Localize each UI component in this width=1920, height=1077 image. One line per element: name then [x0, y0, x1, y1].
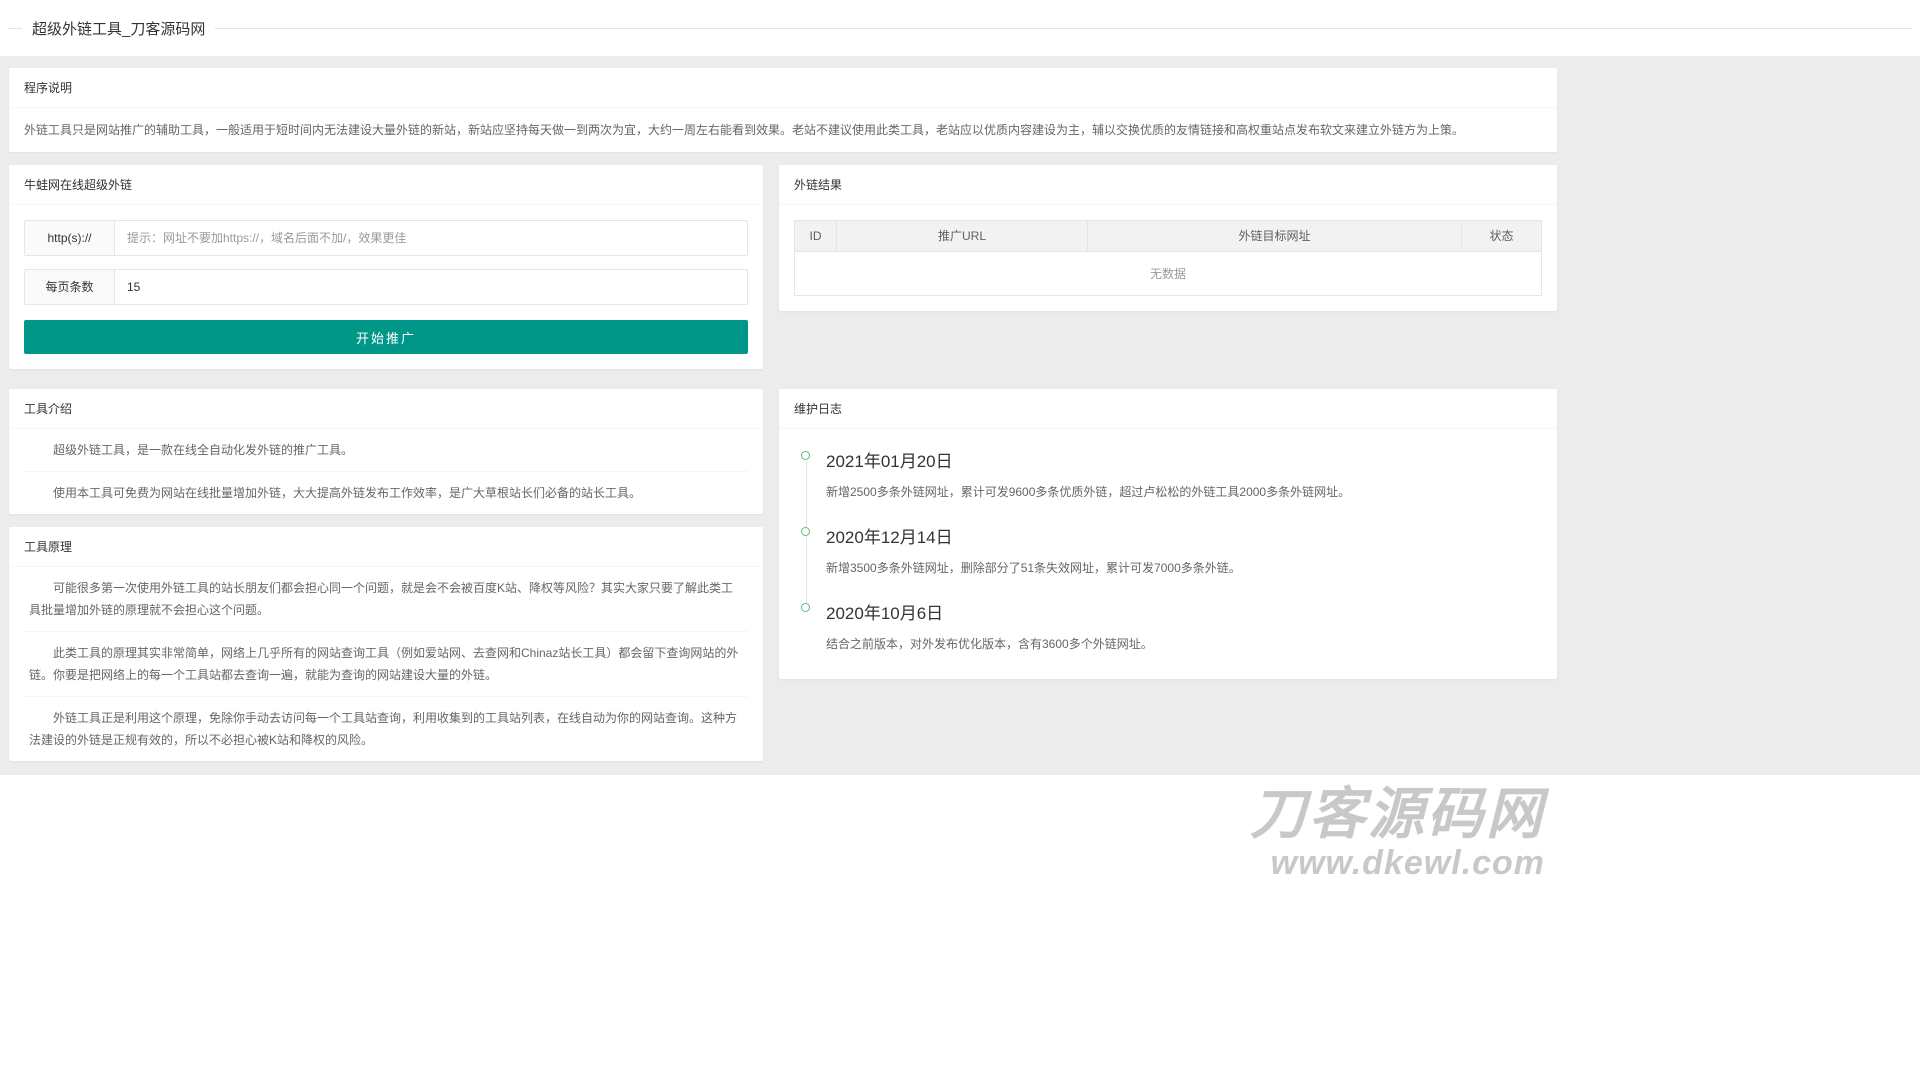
timeline-entry: 2020年12月14日 新增3500多条外链网址，删除部分了51条失效网址，累计…	[801, 523, 1542, 603]
timeline-dot-icon	[801, 603, 810, 612]
program-note-header: 程序说明	[9, 68, 1557, 108]
timeline-dot-icon	[801, 451, 810, 460]
timeline-date: 2021年01月20日	[826, 452, 953, 471]
per-page-input[interactable]	[115, 270, 747, 304]
url-protocol-label: http(s)://	[25, 221, 115, 255]
page: 超级外链工具_刀客源码网 程序说明 外链工具只是网站推广的辅助工具，一般适用于短…	[0, 0, 1920, 1077]
timeline-description: 新增3500多条外链网址，删除部分了51条失效网址，累计可发7000多条外链。	[826, 561, 1241, 575]
top-title-bar: 超级外链工具_刀客源码网	[0, 0, 1920, 56]
maintenance-timeline: 2021年01月20日 新增2500多条外链网址，累计可发9600多条优质外链，…	[779, 429, 1557, 679]
program-note-content: 外链工具只是网站推广的辅助工具，一般适用于短时间内无法建设大量外链的新站，新站应…	[24, 123, 1465, 137]
site-watermark: 刀客源码网 www.dkewl.com	[1250, 782, 1545, 882]
main-content: 程序说明 外链工具只是网站推广的辅助工具，一般适用于短时间内无法建设大量外链的新…	[0, 56, 1920, 775]
timeline-description: 新增2500多条外链网址，累计可发9600多条优质外链，超过卢松松的外链工具20…	[826, 485, 1351, 499]
maintenance-log-card: 维护日志 2021年01月20日 新增2500多条外链网址，累计可发9600多条…	[779, 389, 1557, 679]
timeline-entry: 2020年10月6日 结合之前版本，对外发布优化版本，含有3600多个外链网址。	[801, 599, 1542, 657]
promo-form-card: 牛蛙网在线超级外链 http(s):// 每页条数 开始推广	[9, 165, 763, 369]
url-input-group: http(s)://	[24, 220, 748, 256]
tool-intro-paragraph: 使用本工具可免费为网站在线批量增加外链，大大提高外链发布工作效率，是广大草根站长…	[53, 486, 642, 500]
tool-intro-header: 工具介绍	[9, 389, 763, 429]
program-note-card: 程序说明 外链工具只是网站推广的辅助工具，一般适用于短时间内无法建设大量外链的新…	[9, 68, 1557, 152]
tool-principle-header: 工具原理	[9, 527, 763, 567]
title-divider: 超级外链工具_刀客源码网	[8, 18, 1912, 40]
tool-principle-paragraph: 可能很多第一次使用外链工具的站长朋友们都会担心同一个问题，就是会不会被百度K站、…	[24, 567, 748, 632]
column-header-promo-url: 推广URL	[835, 220, 1089, 252]
watermark-url-text: www.dkewl.com	[1270, 844, 1545, 882]
column-header-status: 状态	[1461, 220, 1542, 252]
column-header-id: ID	[794, 220, 837, 252]
tool-principle-paragraph: 外链工具正是利用这个原理，免除你手动去访问每一个工具站查询，利用收集到的工具站列…	[29, 711, 738, 747]
timeline-date: 2020年10月6日	[826, 604, 944, 623]
timeline-description: 结合之前版本，对外发布优化版本，含有3600多个外链网址。	[826, 637, 1153, 651]
promo-form-header: 牛蛙网在线超级外链	[9, 165, 763, 205]
start-promotion-button[interactable]: 开始推广	[24, 320, 748, 354]
tool-intro-paragraph: 超级外链工具，是一款在线全自动化发外链的推广工具。	[24, 429, 748, 472]
timeline-date: 2020年12月14日	[826, 528, 953, 547]
results-header: 外链结果	[779, 165, 1557, 205]
maintenance-log-header: 维护日志	[779, 389, 1557, 429]
column-header-target-url: 外链目标网址	[1087, 220, 1462, 252]
results-table: ID 推广URL 外链目标网址 状态 无数据	[794, 220, 1542, 296]
tool-principle-paragraph: 此类工具的原理其实非常简单，网络上几乎所有的网站查询工具（例如爱站网、去查网和C…	[24, 632, 748, 697]
timeline-dot-icon	[801, 527, 810, 536]
url-input[interactable]	[115, 221, 747, 255]
page-title: 超级外链工具_刀客源码网	[22, 18, 216, 39]
watermark-logo-text: 刀客源码网	[1250, 782, 1545, 845]
per-page-input-group: 每页条数	[24, 269, 748, 305]
per-page-label: 每页条数	[25, 270, 115, 304]
tool-intro-card: 工具介绍 超级外链工具，是一款在线全自动化发外链的推广工具。 使用本工具可免费为…	[9, 389, 763, 514]
timeline-entry: 2021年01月20日 新增2500多条外链网址，累计可发9600多条优质外链，…	[801, 447, 1542, 527]
results-card: 外链结果 ID 推广URL 外链目标网址 状态 无数据	[779, 165, 1557, 311]
empty-data-text: 无数据	[794, 251, 1542, 296]
table-row-empty: 无数据	[794, 251, 1542, 296]
tool-principle-card: 工具原理 可能很多第一次使用外链工具的站长朋友们都会担心同一个问题，就是会不会被…	[9, 527, 763, 761]
